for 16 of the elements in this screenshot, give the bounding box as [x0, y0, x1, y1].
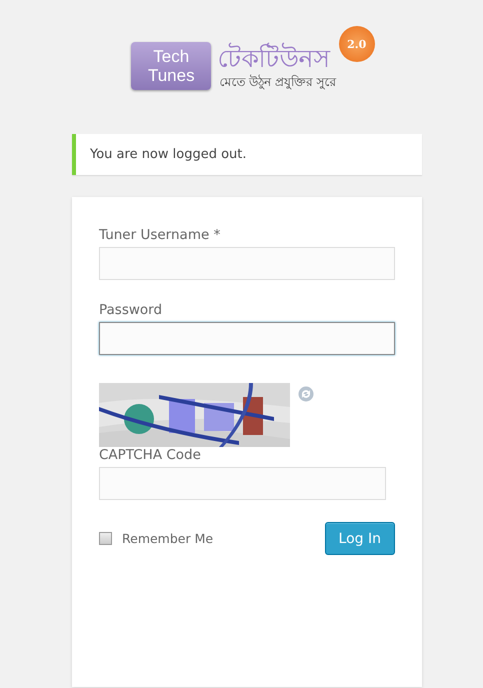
logo-text: Tunes	[148, 66, 195, 85]
username-field[interactable]	[99, 247, 395, 280]
logo-text: Tech	[153, 47, 190, 66]
remember-checkbox[interactable]	[99, 532, 112, 545]
logout-notice: You are now logged out.	[72, 134, 422, 175]
version-badge: 2.0	[338, 26, 375, 62]
field-label: Tuner Username *	[99, 227, 222, 243]
tagline: মেতে উঠুন প্রযুক্তির সুরে	[219, 74, 337, 90]
captcha-field[interactable]	[99, 467, 386, 500]
remember-label: Remember Me	[122, 531, 214, 546]
captcha-label: CAPTCHA Code	[99, 447, 202, 463]
logo-title: টেকটিউনস	[217, 44, 332, 74]
login-button[interactable]: Log In	[324, 522, 395, 555]
password-field[interactable]	[99, 322, 395, 355]
refresh-icon[interactable]	[298, 386, 314, 402]
field-label: Password	[99, 302, 164, 318]
